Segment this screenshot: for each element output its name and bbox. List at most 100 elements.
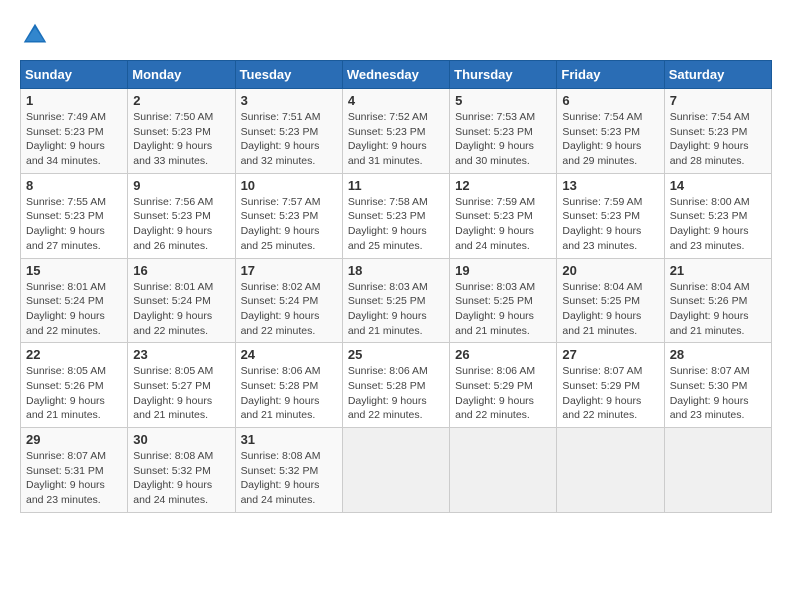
day-number: 31 [241, 432, 337, 447]
calendar-week-2: 8 Sunrise: 7:55 AMSunset: 5:23 PMDayligh… [21, 173, 772, 258]
calendar-cell: 4 Sunrise: 7:52 AMSunset: 5:23 PMDayligh… [342, 89, 449, 174]
weekday-header-thursday: Thursday [450, 61, 557, 89]
calendar-cell: 8 Sunrise: 7:55 AMSunset: 5:23 PMDayligh… [21, 173, 128, 258]
day-number: 30 [133, 432, 229, 447]
day-number: 18 [348, 263, 444, 278]
calendar-cell: 27 Sunrise: 8:07 AMSunset: 5:29 PMDaylig… [557, 343, 664, 428]
calendar-cell: 15 Sunrise: 8:01 AMSunset: 5:24 PMDaylig… [21, 258, 128, 343]
day-number: 6 [562, 93, 658, 108]
day-info: Sunrise: 8:06 AMSunset: 5:28 PMDaylight:… [348, 365, 428, 421]
day-number: 21 [670, 263, 766, 278]
day-number: 17 [241, 263, 337, 278]
calendar-cell: 28 Sunrise: 8:07 AMSunset: 5:30 PMDaylig… [664, 343, 771, 428]
day-number: 7 [670, 93, 766, 108]
calendar-cell: 17 Sunrise: 8:02 AMSunset: 5:24 PMDaylig… [235, 258, 342, 343]
day-number: 15 [26, 263, 122, 278]
weekday-header-friday: Friday [557, 61, 664, 89]
calendar-cell: 16 Sunrise: 8:01 AMSunset: 5:24 PMDaylig… [128, 258, 235, 343]
calendar-cell [557, 428, 664, 513]
day-info: Sunrise: 8:04 AMSunset: 5:26 PMDaylight:… [670, 281, 750, 337]
calendar-cell: 3 Sunrise: 7:51 AMSunset: 5:23 PMDayligh… [235, 89, 342, 174]
calendar-cell: 25 Sunrise: 8:06 AMSunset: 5:28 PMDaylig… [342, 343, 449, 428]
day-number: 8 [26, 178, 122, 193]
day-number: 12 [455, 178, 551, 193]
day-info: Sunrise: 8:05 AMSunset: 5:26 PMDaylight:… [26, 365, 106, 421]
weekday-header-monday: Monday [128, 61, 235, 89]
calendar-cell [450, 428, 557, 513]
weekday-header-tuesday: Tuesday [235, 61, 342, 89]
day-info: Sunrise: 8:05 AMSunset: 5:27 PMDaylight:… [133, 365, 213, 421]
day-info: Sunrise: 7:54 AMSunset: 5:23 PMDaylight:… [670, 111, 750, 167]
day-number: 22 [26, 347, 122, 362]
calendar-cell [342, 428, 449, 513]
day-number: 3 [241, 93, 337, 108]
day-number: 28 [670, 347, 766, 362]
calendar-cell: 1 Sunrise: 7:49 AMSunset: 5:23 PMDayligh… [21, 89, 128, 174]
calendar-cell: 24 Sunrise: 8:06 AMSunset: 5:28 PMDaylig… [235, 343, 342, 428]
calendar-cell: 9 Sunrise: 7:56 AMSunset: 5:23 PMDayligh… [128, 173, 235, 258]
calendar-cell: 6 Sunrise: 7:54 AMSunset: 5:23 PMDayligh… [557, 89, 664, 174]
day-info: Sunrise: 7:54 AMSunset: 5:23 PMDaylight:… [562, 111, 642, 167]
calendar-cell: 30 Sunrise: 8:08 AMSunset: 5:32 PMDaylig… [128, 428, 235, 513]
day-number: 5 [455, 93, 551, 108]
day-number: 11 [348, 178, 444, 193]
calendar-week-1: 1 Sunrise: 7:49 AMSunset: 5:23 PMDayligh… [21, 89, 772, 174]
calendar-cell [664, 428, 771, 513]
day-number: 20 [562, 263, 658, 278]
day-number: 29 [26, 432, 122, 447]
day-number: 2 [133, 93, 229, 108]
day-number: 27 [562, 347, 658, 362]
day-number: 16 [133, 263, 229, 278]
day-info: Sunrise: 7:56 AMSunset: 5:23 PMDaylight:… [133, 196, 213, 252]
day-info: Sunrise: 7:59 AMSunset: 5:23 PMDaylight:… [562, 196, 642, 252]
calendar-cell: 7 Sunrise: 7:54 AMSunset: 5:23 PMDayligh… [664, 89, 771, 174]
day-info: Sunrise: 8:07 AMSunset: 5:29 PMDaylight:… [562, 365, 642, 421]
day-info: Sunrise: 8:06 AMSunset: 5:29 PMDaylight:… [455, 365, 535, 421]
day-info: Sunrise: 7:52 AMSunset: 5:23 PMDaylight:… [348, 111, 428, 167]
calendar-cell: 5 Sunrise: 7:53 AMSunset: 5:23 PMDayligh… [450, 89, 557, 174]
day-info: Sunrise: 8:01 AMSunset: 5:24 PMDaylight:… [133, 281, 213, 337]
calendar-cell: 2 Sunrise: 7:50 AMSunset: 5:23 PMDayligh… [128, 89, 235, 174]
calendar-cell: 20 Sunrise: 8:04 AMSunset: 5:25 PMDaylig… [557, 258, 664, 343]
calendar: SundayMondayTuesdayWednesdayThursdayFrid… [20, 60, 772, 513]
day-info: Sunrise: 8:08 AMSunset: 5:32 PMDaylight:… [133, 450, 213, 506]
calendar-cell: 23 Sunrise: 8:05 AMSunset: 5:27 PMDaylig… [128, 343, 235, 428]
day-number: 4 [348, 93, 444, 108]
day-number: 9 [133, 178, 229, 193]
day-info: Sunrise: 8:02 AMSunset: 5:24 PMDaylight:… [241, 281, 321, 337]
day-number: 1 [26, 93, 122, 108]
calendar-cell: 13 Sunrise: 7:59 AMSunset: 5:23 PMDaylig… [557, 173, 664, 258]
calendar-cell: 18 Sunrise: 8:03 AMSunset: 5:25 PMDaylig… [342, 258, 449, 343]
day-number: 26 [455, 347, 551, 362]
calendar-week-5: 29 Sunrise: 8:07 AMSunset: 5:31 PMDaylig… [21, 428, 772, 513]
logo-icon [20, 20, 50, 50]
day-info: Sunrise: 7:49 AMSunset: 5:23 PMDaylight:… [26, 111, 106, 167]
calendar-cell: 11 Sunrise: 7:58 AMSunset: 5:23 PMDaylig… [342, 173, 449, 258]
header [20, 20, 772, 50]
calendar-cell: 31 Sunrise: 8:08 AMSunset: 5:32 PMDaylig… [235, 428, 342, 513]
calendar-cell: 12 Sunrise: 7:59 AMSunset: 5:23 PMDaylig… [450, 173, 557, 258]
day-number: 23 [133, 347, 229, 362]
day-info: Sunrise: 7:51 AMSunset: 5:23 PMDaylight:… [241, 111, 321, 167]
day-info: Sunrise: 7:58 AMSunset: 5:23 PMDaylight:… [348, 196, 428, 252]
day-info: Sunrise: 8:01 AMSunset: 5:24 PMDaylight:… [26, 281, 106, 337]
day-info: Sunrise: 8:08 AMSunset: 5:32 PMDaylight:… [241, 450, 321, 506]
calendar-week-4: 22 Sunrise: 8:05 AMSunset: 5:26 PMDaylig… [21, 343, 772, 428]
day-info: Sunrise: 8:03 AMSunset: 5:25 PMDaylight:… [455, 281, 535, 337]
day-info: Sunrise: 8:03 AMSunset: 5:25 PMDaylight:… [348, 281, 428, 337]
day-info: Sunrise: 8:07 AMSunset: 5:30 PMDaylight:… [670, 365, 750, 421]
day-number: 19 [455, 263, 551, 278]
calendar-cell: 10 Sunrise: 7:57 AMSunset: 5:23 PMDaylig… [235, 173, 342, 258]
weekday-header-sunday: Sunday [21, 61, 128, 89]
day-number: 14 [670, 178, 766, 193]
calendar-cell: 19 Sunrise: 8:03 AMSunset: 5:25 PMDaylig… [450, 258, 557, 343]
calendar-cell: 22 Sunrise: 8:05 AMSunset: 5:26 PMDaylig… [21, 343, 128, 428]
calendar-cell: 21 Sunrise: 8:04 AMSunset: 5:26 PMDaylig… [664, 258, 771, 343]
day-info: Sunrise: 8:07 AMSunset: 5:31 PMDaylight:… [26, 450, 106, 506]
day-info: Sunrise: 7:59 AMSunset: 5:23 PMDaylight:… [455, 196, 535, 252]
day-number: 13 [562, 178, 658, 193]
day-info: Sunrise: 8:06 AMSunset: 5:28 PMDaylight:… [241, 365, 321, 421]
logo [20, 20, 54, 50]
day-info: Sunrise: 8:04 AMSunset: 5:25 PMDaylight:… [562, 281, 642, 337]
day-number: 25 [348, 347, 444, 362]
